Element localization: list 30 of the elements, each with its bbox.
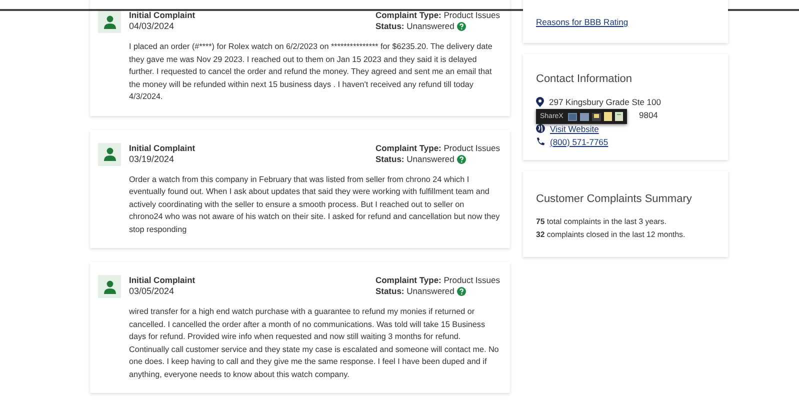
complaint-status: Status: Unanswered <box>375 21 454 32</box>
user-icon <box>98 275 121 298</box>
phone-icon <box>536 137 545 146</box>
complaint-type: Complaint Type: Product Issues <box>375 275 500 286</box>
complaint-title: Initial Complaint <box>129 10 196 21</box>
user-icon <box>98 142 121 166</box>
rating-reasons-link[interactable]: Reasons for BBB Rating <box>536 17 715 27</box>
help-icon[interactable] <box>457 22 466 31</box>
complaint-text: wired transfer for a high end watch purchase with a guarantee to refund my monies if returned or cancelled. I cancelled the order after a month of no communications. Was told will take 15 Business days for refund. Provided wire info when requested and now still waiting 3 months for refund. Continually call customer service and they state my case is escalated and someone will contact me. No one does. I keep having to call and they give me the same response. I feel I have been duped and if anything, everyone needs to know about this watch company. <box>129 306 500 381</box>
complaint-title: Initial Complaint <box>129 142 196 154</box>
location-pin-icon <box>536 96 544 106</box>
complaint-date: 03/19/2024 <box>129 154 176 164</box>
summary-heading: Customer Complaints Summary <box>536 193 693 205</box>
user-icon <box>98 10 121 33</box>
complaint-text: Order a watch from this company in February that was listed from seller from chrono 24 which I eventually found out. When I ask about updates that said they were working with fulfillment team and actively coordinating with the seller to ensure a smooth process. But I reached out to seller on chrono24 who was not aware of his watch on their site. I asked for refund and cancellation but now they stop responding <box>129 174 500 236</box>
complaint-date: 03/05/2024 <box>129 286 176 297</box>
complaint-date: 04/03/2024 <box>129 21 176 32</box>
website-link[interactable]: Visit Website <box>550 124 599 134</box>
help-icon[interactable] <box>457 154 466 164</box>
complaint-type: Complaint Type: Product Issues <box>375 10 500 21</box>
address-line: 9804 <box>639 110 658 120</box>
complaint-title: Initial Complaint <box>129 275 196 286</box>
complaint-status: Status: Unanswered <box>375 154 454 164</box>
phone-link[interactable]: (800) 571-7765 <box>550 136 608 146</box>
address-line: 297 Kingsbury Grade Ste 100 <box>549 96 661 106</box>
complaint-status: Status: Unanswered <box>375 286 454 297</box>
complaint-type: Complaint Type: Product Issues <box>375 142 500 154</box>
complaint-text: I placed an order (#****) for Rolex watch on 6/2/2023 on *************** for $6235.20. The delivery date they gave me was Nov 29 2023. I reached out to them on Jan 15 2023 and they said it is delayed further. I requested to cancel the order and refund the money. They agreed and sent me an email that the money will be refunded within next 15 business days . I haven't received any refund till today 4/3/2024. <box>129 41 494 103</box>
contact-heading: Contact Information <box>536 73 633 85</box>
help-icon[interactable] <box>457 287 466 296</box>
